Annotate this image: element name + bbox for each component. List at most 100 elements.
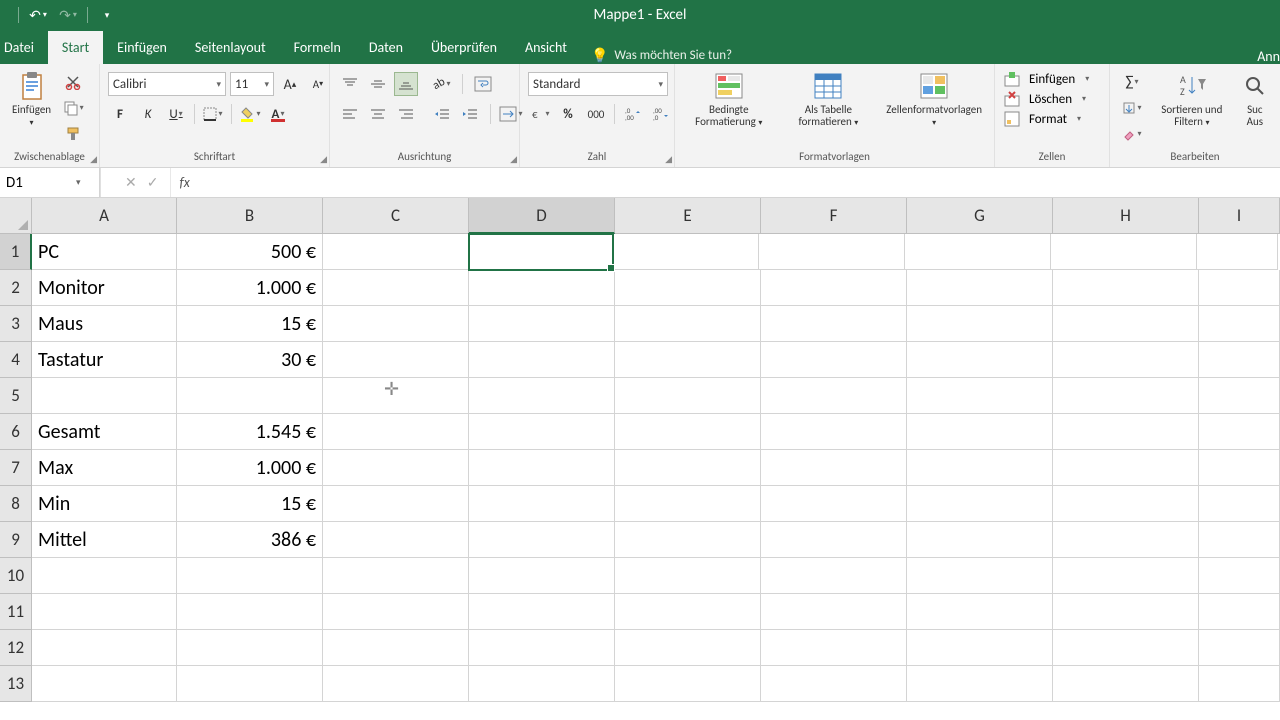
cell-B3[interactable]: 15 €	[177, 306, 323, 342]
cell-I11[interactable]	[1199, 594, 1280, 630]
cancel-formula-button[interactable]: ✕	[125, 174, 137, 191]
copy-button[interactable]: ▾	[61, 96, 85, 120]
cell-C11[interactable]	[323, 594, 469, 630]
cell-B5[interactable]	[177, 378, 323, 414]
cell-F8[interactable]	[761, 486, 907, 522]
cell-D13[interactable]	[469, 666, 615, 702]
cell-F7[interactable]	[761, 450, 907, 486]
cell-E1[interactable]	[613, 234, 759, 270]
row-header-11[interactable]: 11	[0, 594, 32, 630]
cell-E4[interactable]	[615, 342, 761, 378]
cell-I12[interactable]	[1199, 630, 1280, 666]
decrease-decimal-button[interactable]: ,00,0	[649, 102, 673, 126]
cell-A10[interactable]	[32, 558, 177, 594]
cell-F3[interactable]	[761, 306, 907, 342]
decrease-font-button[interactable]: A▾	[306, 72, 330, 96]
border-button[interactable]: ▾	[201, 102, 225, 126]
cell-G1[interactable]	[905, 234, 1051, 270]
cell-B4[interactable]: 30 €	[177, 342, 323, 378]
fx-icon[interactable]: fx	[171, 168, 197, 197]
align-right-button[interactable]	[394, 102, 418, 126]
align-left-button[interactable]	[338, 102, 362, 126]
cell-G4[interactable]	[907, 342, 1053, 378]
column-header-A[interactable]: A	[32, 198, 177, 234]
tab-einfuegen[interactable]: Einfügen	[103, 31, 181, 64]
fill-button[interactable]: ▾	[1118, 96, 1146, 120]
align-center-button[interactable]	[366, 102, 390, 126]
row-header-8[interactable]: 8	[0, 486, 32, 522]
tab-ueberpruefen[interactable]: Überprüfen	[417, 31, 511, 64]
conditional-formatting-button[interactable]: Bedingte Formatierung ▾	[683, 68, 775, 130]
column-header-F[interactable]: F	[761, 198, 907, 234]
percent-button[interactable]: %	[556, 102, 580, 126]
cell-F10[interactable]	[761, 558, 907, 594]
cell-H1[interactable]	[1051, 234, 1197, 270]
cell-G12[interactable]	[907, 630, 1053, 666]
cell-H8[interactable]	[1053, 486, 1199, 522]
cell-G8[interactable]	[907, 486, 1053, 522]
cell-G7[interactable]	[907, 450, 1053, 486]
cell-B8[interactable]: 15 €	[177, 486, 323, 522]
cell-H11[interactable]	[1053, 594, 1199, 630]
cell-G9[interactable]	[907, 522, 1053, 558]
cell-B13[interactable]	[177, 666, 323, 702]
cell-E2[interactable]	[615, 270, 761, 306]
cell-E6[interactable]	[615, 414, 761, 450]
decrease-indent-button[interactable]	[430, 102, 454, 126]
column-header-G[interactable]: G	[907, 198, 1053, 234]
comma-button[interactable]: 000	[584, 102, 608, 126]
alignment-launcher[interactable]: ◢	[510, 154, 517, 165]
font-color-button[interactable]: A▾	[266, 102, 290, 126]
format-cells-button[interactable]: Format▾	[1003, 110, 1081, 128]
row-header-3[interactable]: 3	[0, 306, 32, 342]
cell-C5[interactable]	[323, 378, 469, 414]
column-header-I[interactable]: I	[1199, 198, 1280, 234]
cell-D3[interactable]	[469, 306, 615, 342]
cell-I3[interactable]	[1199, 306, 1280, 342]
cell-C10[interactable]	[323, 558, 469, 594]
row-header-7[interactable]: 7	[0, 450, 32, 486]
cell-C2[interactable]	[323, 270, 469, 306]
cell-D9[interactable]	[469, 522, 615, 558]
format-painter-button[interactable]	[61, 122, 85, 146]
font-size-combo[interactable]: 11▾	[230, 72, 274, 96]
cell-E3[interactable]	[615, 306, 761, 342]
cell-B11[interactable]	[177, 594, 323, 630]
cell-B1[interactable]: 500 €	[177, 234, 323, 270]
cell-A12[interactable]	[32, 630, 177, 666]
cell-I6[interactable]	[1199, 414, 1280, 450]
cell-A2[interactable]: Monitor	[32, 270, 177, 306]
cell-C8[interactable]	[323, 486, 469, 522]
sort-filter-button[interactable]: AZ Sortieren und Filtern ▾	[1150, 68, 1234, 130]
name-box-dropdown[interactable]: ▾	[70, 177, 87, 188]
tab-file[interactable]: Datei	[0, 31, 48, 64]
increase-decimal-button[interactable]: ,0,00	[621, 102, 645, 126]
cell-F4[interactable]	[761, 342, 907, 378]
row-header-5[interactable]: 5	[0, 378, 32, 414]
row-header-9[interactable]: 9	[0, 522, 32, 558]
font-launcher[interactable]: ◢	[320, 154, 327, 165]
number-launcher[interactable]: ◢	[665, 154, 672, 165]
cell-D8[interactable]	[469, 486, 615, 522]
cell-H4[interactable]	[1053, 342, 1199, 378]
cell-D10[interactable]	[469, 558, 615, 594]
clear-button[interactable]: ▾	[1118, 122, 1146, 146]
column-header-D[interactable]: D	[469, 198, 615, 234]
delete-cells-button[interactable]: Löschen▾	[1003, 90, 1086, 108]
cell-A6[interactable]: Gesamt	[32, 414, 177, 450]
cell-G3[interactable]	[907, 306, 1053, 342]
row-header-2[interactable]: 2	[0, 270, 32, 306]
cell-F13[interactable]	[761, 666, 907, 702]
cell-C3[interactable]	[323, 306, 469, 342]
format-as-table-button[interactable]: Als Tabelle formatieren ▾	[783, 68, 875, 130]
cell-I7[interactable]	[1199, 450, 1280, 486]
column-header-B[interactable]: B	[177, 198, 323, 234]
confirm-formula-button[interactable]: ✓	[147, 174, 159, 191]
cell-B9[interactable]: 386 €	[177, 522, 323, 558]
cell-D11[interactable]	[469, 594, 615, 630]
cell-E10[interactable]	[615, 558, 761, 594]
cell-H3[interactable]	[1053, 306, 1199, 342]
cell-F11[interactable]	[761, 594, 907, 630]
insert-cells-button[interactable]: Einfügen▾	[1003, 70, 1089, 88]
align-bottom-button[interactable]	[394, 72, 418, 96]
